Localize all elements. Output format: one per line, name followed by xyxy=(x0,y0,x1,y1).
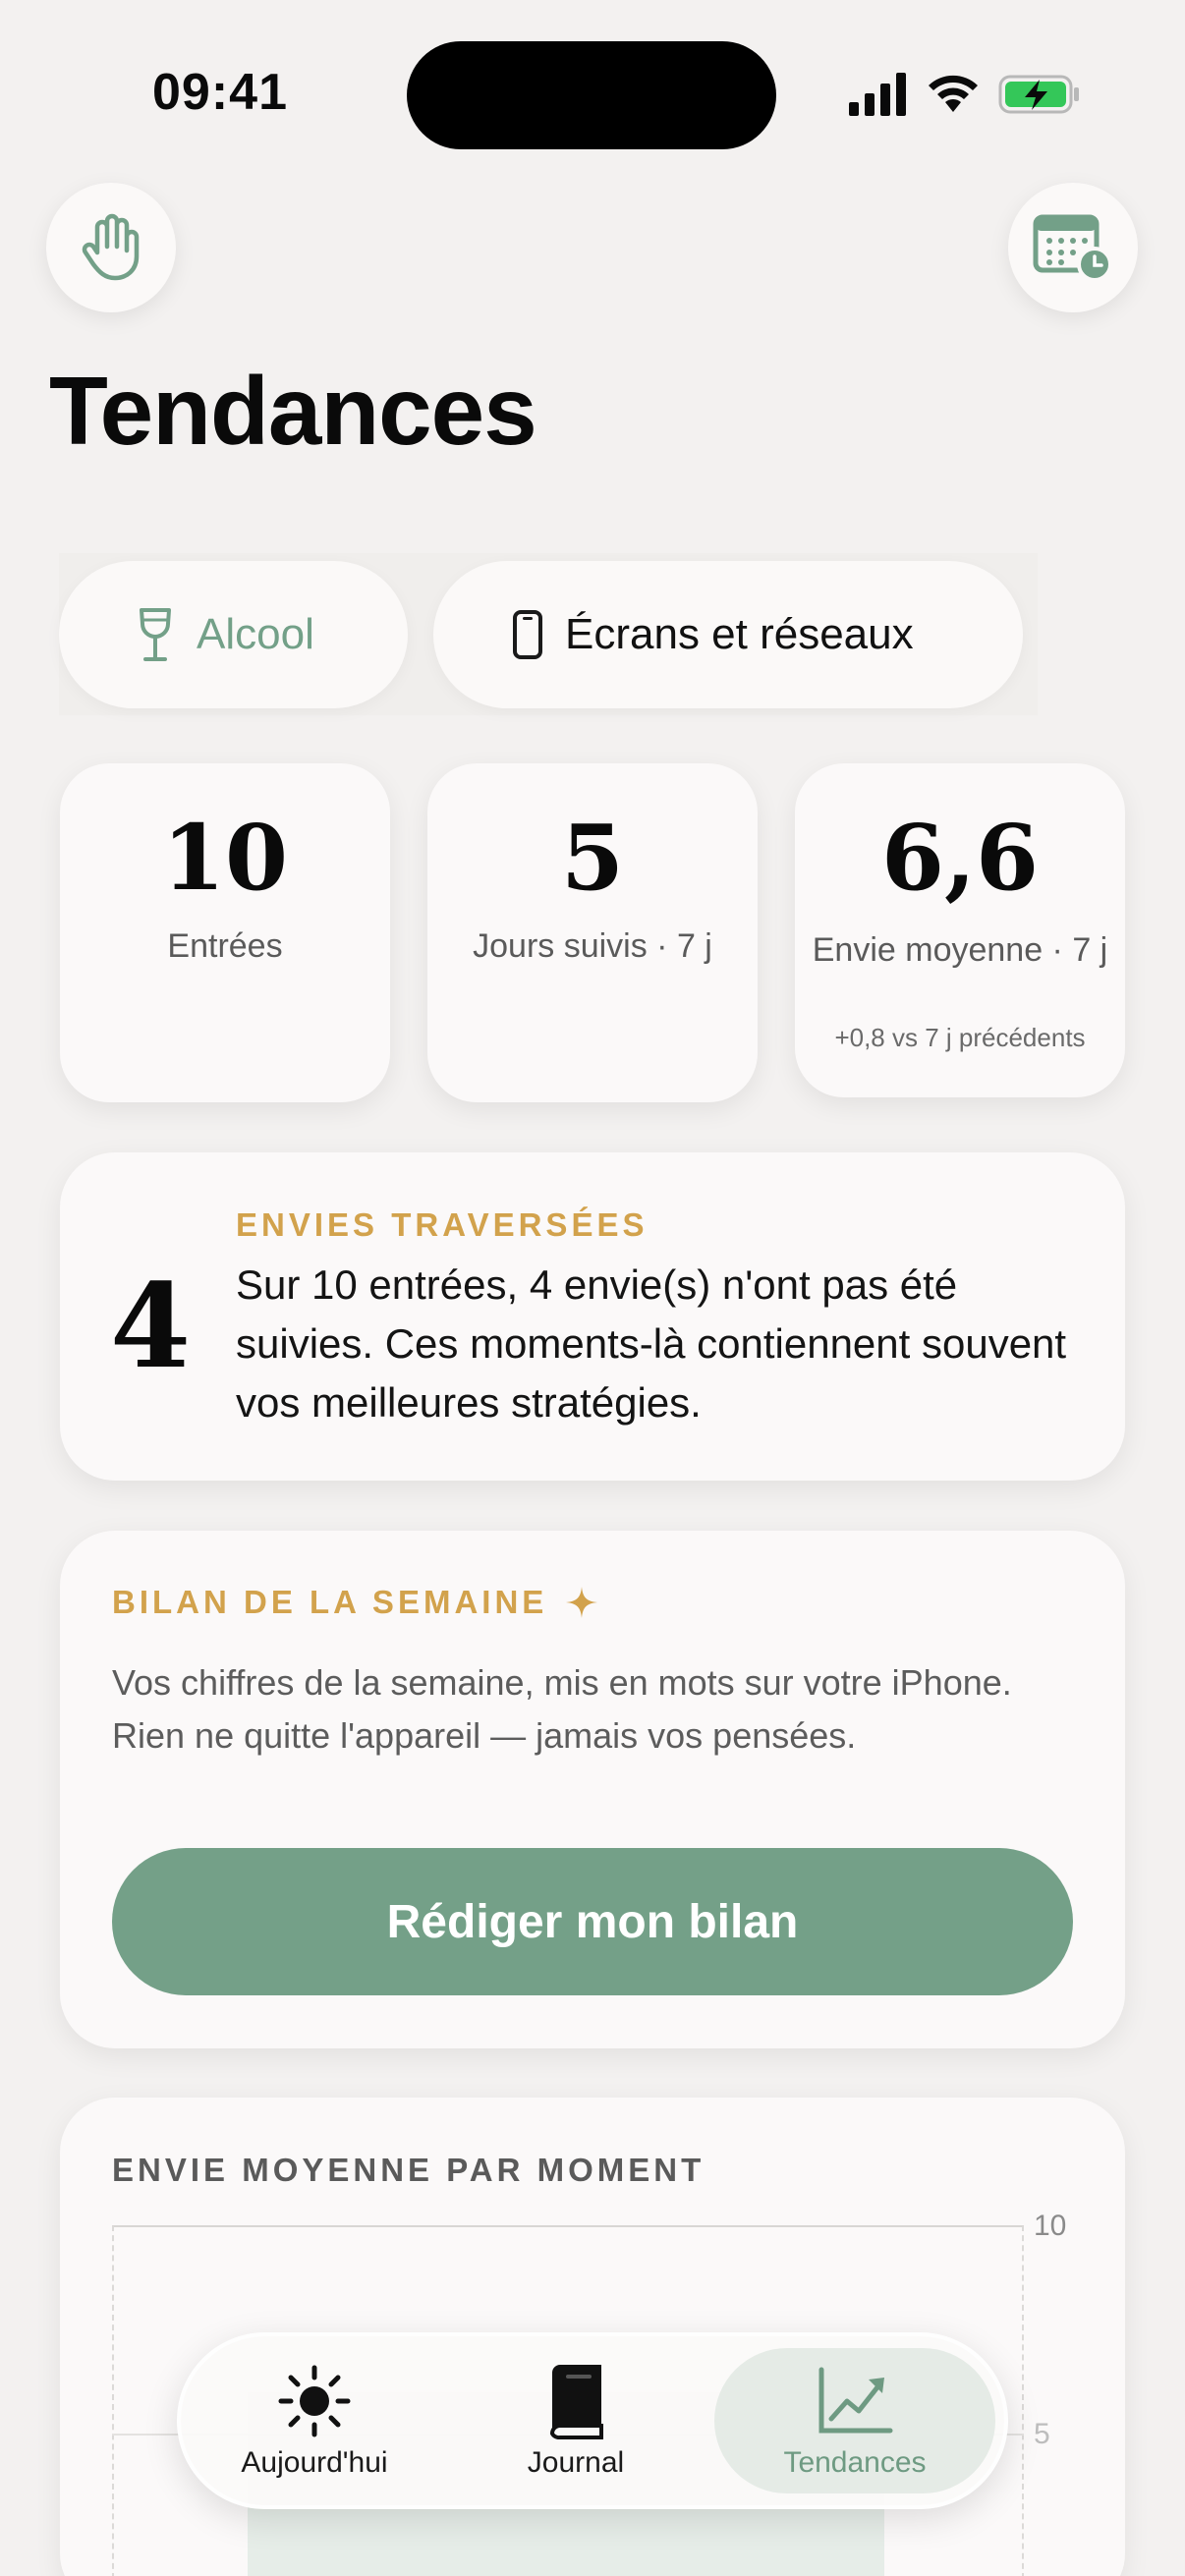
envies-count: 4 xyxy=(110,1258,192,1394)
tab-alcool-label: Alcool xyxy=(197,610,314,658)
wifi-icon xyxy=(929,75,978,112)
bottom-tab-bar: Aujourd'hui Journal Tendances xyxy=(177,2332,1008,2509)
tab-screens-label: Écrans et réseaux xyxy=(565,610,914,658)
tab-aujourdhui[interactable]: Aujourd'hui xyxy=(206,2362,423,2480)
bilan-description: Vos chiffres de la semaine, mis en mots … xyxy=(112,1662,1012,1756)
envies-eyebrow: ENVIES TRAVERSÉES xyxy=(236,1206,649,1243)
hand-icon xyxy=(82,213,140,281)
trend-chart-icon xyxy=(818,2367,893,2434)
stat-label: Jours suivis · 7 j xyxy=(473,927,712,965)
status-bar: 09:41 xyxy=(0,0,1185,187)
y-tick-label: 5 xyxy=(1034,2418,1050,2450)
tab-screens[interactable]: Écrans et réseaux xyxy=(433,561,1023,708)
stat-label: Entrées xyxy=(167,927,283,965)
battery-charging-icon xyxy=(998,75,1079,114)
stat-card-days: 5 Jours suivis · 7 j xyxy=(427,763,758,1102)
bilan-eyebrow: BILAN DE LA SEMAINE xyxy=(112,1584,548,1620)
stat-value: 10 xyxy=(161,805,289,911)
dynamic-island xyxy=(407,41,776,149)
stat-card-entries: 10 Entrées xyxy=(60,763,390,1102)
write-summary-button[interactable]: Rédiger mon bilan xyxy=(112,1848,1073,1995)
tab-tendances[interactable]: Tendances xyxy=(747,2362,963,2480)
stat-trend-note: +0,8 vs 7 j précédents xyxy=(834,1023,1086,1052)
cellular-signal-icon xyxy=(849,73,906,116)
tab-aujourdhui-label: Aujourd'hui xyxy=(241,2446,388,2479)
calendar-history-button[interactable] xyxy=(1008,183,1138,312)
sun-icon xyxy=(278,2365,351,2437)
pause-hand-button[interactable] xyxy=(46,183,176,312)
stat-label: Envie moyenne · 7 j xyxy=(812,931,1108,969)
calendar-clock-icon xyxy=(1033,214,1112,282)
envies-description: Sur 10 entrées, 4 envie(s) n'ont pas été… xyxy=(236,1261,1067,1426)
book-icon xyxy=(549,2365,603,2439)
bilan-header: BILAN DE LA SEMAINE xyxy=(112,1584,598,1621)
page-title: Tendances xyxy=(49,357,537,465)
tab-tendances-label: Tendances xyxy=(783,2446,927,2479)
tab-journal-label: Journal xyxy=(527,2446,625,2479)
chart-title: ENVIE MOYENNE PAR MOMENT xyxy=(112,2152,705,2188)
y-tick-label: 10 xyxy=(1034,2210,1067,2242)
status-time: 09:41 xyxy=(152,64,288,121)
stat-value: 6,6 xyxy=(880,805,1040,911)
phone-icon xyxy=(513,610,542,659)
tab-alcool[interactable]: Alcool xyxy=(59,561,408,708)
sparkle-icon xyxy=(566,1587,598,1618)
stat-value: 5 xyxy=(560,805,624,911)
tab-journal[interactable]: Journal xyxy=(468,2362,684,2480)
stat-card-average-craving: 6,6 Envie moyenne · 7 j +0,8 vs 7 j préc… xyxy=(795,763,1125,1097)
wine-glass-icon xyxy=(140,608,171,661)
